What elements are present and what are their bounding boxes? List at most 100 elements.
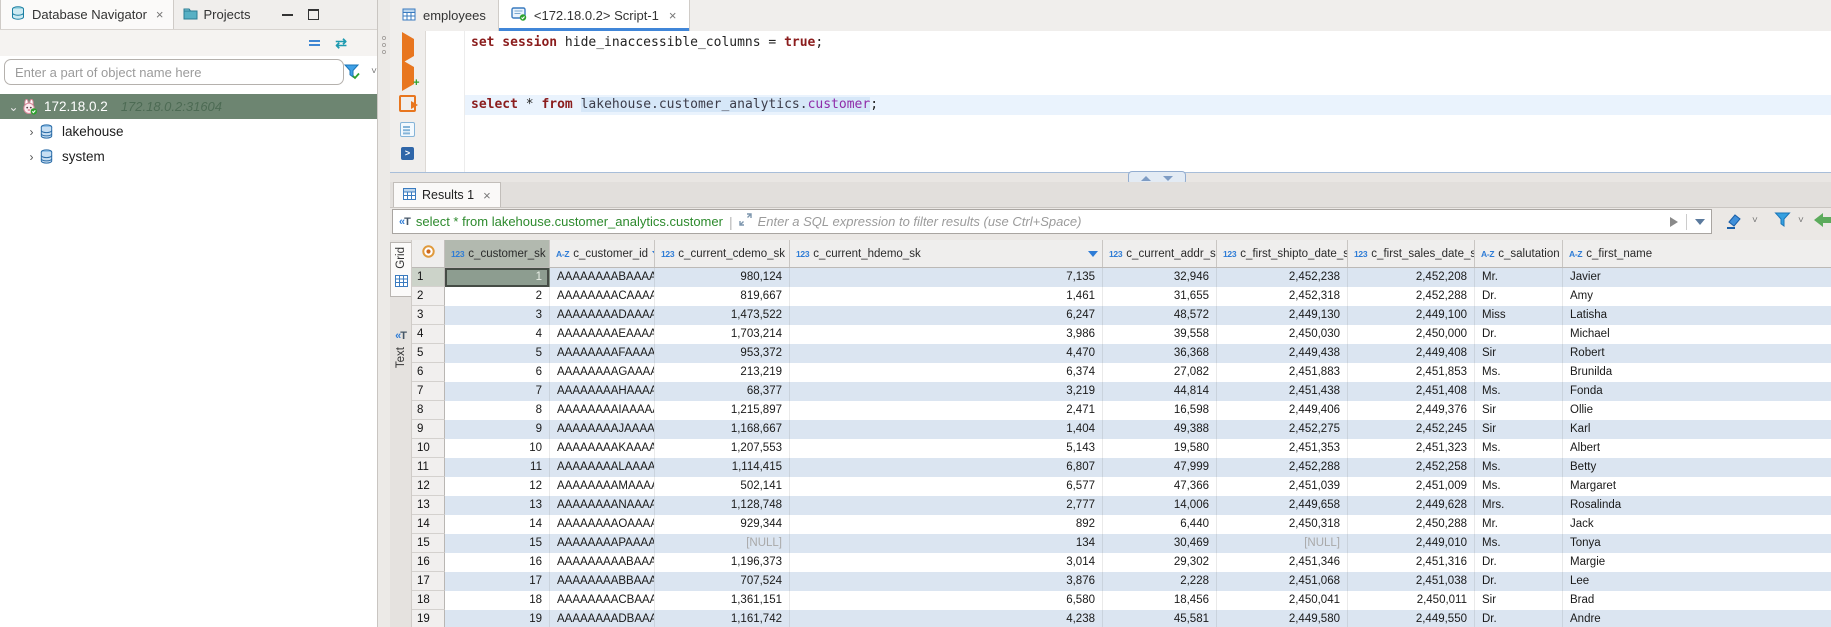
grid-cell[interactable]: 6,577 — [790, 477, 1103, 496]
expand-filter-icon[interactable] — [739, 213, 752, 231]
row-number[interactable]: 8 — [412, 401, 445, 420]
grid-cell[interactable]: 1,461 — [790, 287, 1103, 306]
grid-cell[interactable]: AAAAAAAANAAAAAAA — [550, 496, 655, 515]
code-line[interactable]: select * from lakehouse.customer_analyti… — [465, 95, 1831, 115]
grid-cell[interactable]: Sir — [1475, 344, 1563, 363]
execute-statement-icon[interactable] — [402, 39, 414, 57]
grid-cell[interactable]: 2,777 — [790, 496, 1103, 515]
chevron-collapsed-icon[interactable]: › — [24, 125, 39, 139]
grid-cell[interactable]: Miss — [1475, 306, 1563, 325]
grid-cell[interactable]: [NULL] — [1217, 534, 1348, 553]
grid-cell[interactable]: 2,450,030 — [1217, 325, 1348, 344]
grid-cell[interactable]: AAAAAAAAHAAAAAAA — [550, 382, 655, 401]
row-number[interactable]: 9 — [412, 420, 445, 439]
grid-cell[interactable]: Lee — [1563, 572, 1831, 591]
apply-filter-icon[interactable] — [1670, 217, 1678, 227]
grid-cell[interactable]: 2,449,100 — [1348, 306, 1475, 325]
panel-sash[interactable] — [378, 0, 390, 627]
filter-history-icon[interactable] — [1695, 219, 1705, 225]
grid-cell[interactable]: 929,344 — [655, 515, 790, 534]
tree-item-system[interactable]: ›system — [0, 144, 377, 169]
chevron-down-icon[interactable]: ˅ — [371, 66, 377, 77]
grid-cell[interactable]: 2,449,376 — [1348, 401, 1475, 420]
close-icon[interactable]: × — [156, 7, 164, 22]
row-number[interactable]: 17 — [412, 572, 445, 591]
grid-cell[interactable]: 6 — [445, 363, 550, 382]
row-number[interactable]: 3 — [412, 306, 445, 325]
grid-cell[interactable]: 2,228 — [1103, 572, 1217, 591]
grid-cell[interactable]: 2,449,580 — [1217, 610, 1348, 627]
grid-cell[interactable]: 32,946 — [1103, 268, 1217, 287]
grid-cell[interactable]: 3,014 — [790, 553, 1103, 572]
grid-cell[interactable]: Rosalinda — [1563, 496, 1831, 515]
link-with-editor-icon[interactable]: ⇄ — [335, 36, 347, 50]
grid-cell[interactable]: 39,558 — [1103, 325, 1217, 344]
grid-corner-cell[interactable] — [412, 240, 445, 267]
grid-cell[interactable]: AAAAAAAAABAAAAAA — [550, 553, 655, 572]
grid-cell[interactable]: Javier — [1563, 268, 1831, 287]
grid-cell[interactable]: Betty — [1563, 458, 1831, 477]
grid-cell[interactable]: 47,366 — [1103, 477, 1217, 496]
grid-cell[interactable]: Ms. — [1475, 363, 1563, 382]
explain-plan-icon[interactable] — [400, 122, 415, 137]
grid-cell[interactable]: Mrs. — [1475, 496, 1563, 515]
grid-cell[interactable]: 2,471 — [790, 401, 1103, 420]
grid-cell[interactable]: 14,006 — [1103, 496, 1217, 515]
tab-projects[interactable]: Projects — [174, 0, 260, 29]
grid-cell[interactable]: AAAAAAAAOAAAAAAA — [550, 515, 655, 534]
grid-cell[interactable]: Sir — [1475, 420, 1563, 439]
grid-cell[interactable]: 2,451,408 — [1348, 382, 1475, 401]
code-area[interactable]: set session hide_inaccessible_columns = … — [465, 33, 1831, 126]
execute-new-tab-icon[interactable]: + — [402, 67, 414, 85]
grid-cell[interactable]: Ms. — [1475, 458, 1563, 477]
grid-cell[interactable]: 2,452,275 — [1217, 420, 1348, 439]
grid-cell[interactable]: Dr. — [1475, 325, 1563, 344]
grid-cell[interactable]: 3,219 — [790, 382, 1103, 401]
code-line[interactable] — [465, 64, 1831, 84]
grid-cell[interactable]: 18 — [445, 591, 550, 610]
row-number[interactable]: 7 — [412, 382, 445, 401]
row-number[interactable]: 1 — [412, 268, 445, 287]
grid-cell[interactable]: Fonda — [1563, 382, 1831, 401]
grid-cell[interactable]: AAAAAAAABBAAAAAA — [550, 572, 655, 591]
minimize-icon[interactable] — [282, 13, 293, 16]
grid-cell[interactable]: Michael — [1563, 325, 1831, 344]
grid-cell[interactable]: 2,451,009 — [1348, 477, 1475, 496]
grid-cell[interactable]: Dr. — [1475, 287, 1563, 306]
view-tab-grid[interactable]: Grid — [390, 242, 411, 297]
grid-cell[interactable]: 1,207,553 — [655, 439, 790, 458]
grid-cell[interactable]: 16,598 — [1103, 401, 1217, 420]
grid-cell[interactable]: 1,114,415 — [655, 458, 790, 477]
grid-cell[interactable]: Dr. — [1475, 610, 1563, 627]
tree-item-172-18-0-2[interactable]: ⌄172.18.0.2172.18.0.2:31604 — [0, 94, 377, 119]
grid-cell[interactable]: 2,449,438 — [1217, 344, 1348, 363]
results-filter-input[interactable]: «T select * from lakehouse.customer_anal… — [392, 209, 1712, 234]
grid-cell[interactable]: 2,449,010 — [1348, 534, 1475, 553]
grid-cell[interactable]: Ollie — [1563, 401, 1831, 420]
filter-results-icon[interactable] — [1774, 212, 1791, 228]
row-number[interactable]: 14 — [412, 515, 445, 534]
grid-cell[interactable]: 27,082 — [1103, 363, 1217, 382]
grid-cell[interactable]: 2,451,883 — [1217, 363, 1348, 382]
row-number[interactable]: 15 — [412, 534, 445, 553]
grid-cell[interactable]: 980,124 — [655, 268, 790, 287]
grid-cell[interactable]: AAAAAAAAEAAAAAAA — [550, 325, 655, 344]
sql-log-icon[interactable]: > — [401, 147, 414, 160]
grid-cell[interactable]: AAAAAAAAFAAAAAAA — [550, 344, 655, 363]
grid-cell[interactable]: 68,377 — [655, 382, 790, 401]
grid-cell[interactable]: 953,372 — [655, 344, 790, 363]
grid-cell[interactable]: [NULL] — [655, 534, 790, 553]
code-line[interactable]: set session hide_inaccessible_columns = … — [465, 33, 1831, 53]
maximize-icon[interactable] — [308, 9, 319, 20]
grid-cell[interactable]: 44,814 — [1103, 382, 1217, 401]
execute-script-icon[interactable] — [399, 95, 416, 112]
grid-cell[interactable]: Mr. — [1475, 268, 1563, 287]
tab-results-1[interactable]: Results 1 × — [393, 182, 501, 207]
grid-cell[interactable]: 1,361,151 — [655, 591, 790, 610]
grid-cell[interactable]: 2 — [445, 287, 550, 306]
grid-cell[interactable]: 2,451,853 — [1348, 363, 1475, 382]
chevron-down-icon[interactable]: ˅ — [1752, 215, 1758, 226]
grid-cell[interactable]: Margie — [1563, 553, 1831, 572]
grid-cell[interactable]: Ms. — [1475, 477, 1563, 496]
result-grid[interactable]: 123c_customer_skA-Zc_customer_id123c_cur… — [412, 240, 1831, 627]
